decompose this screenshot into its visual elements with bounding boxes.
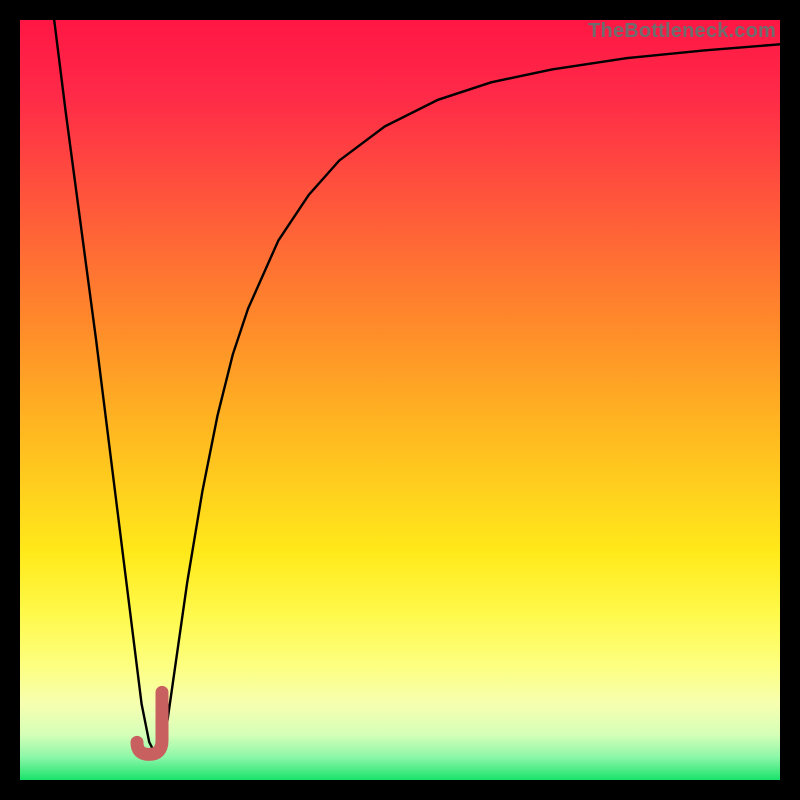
bottleneck-plot [20, 20, 780, 780]
watermark-label: TheBottleneck.com [588, 20, 776, 43]
plot-background [20, 20, 780, 780]
chart-frame: TheBottleneck.com [20, 20, 780, 780]
